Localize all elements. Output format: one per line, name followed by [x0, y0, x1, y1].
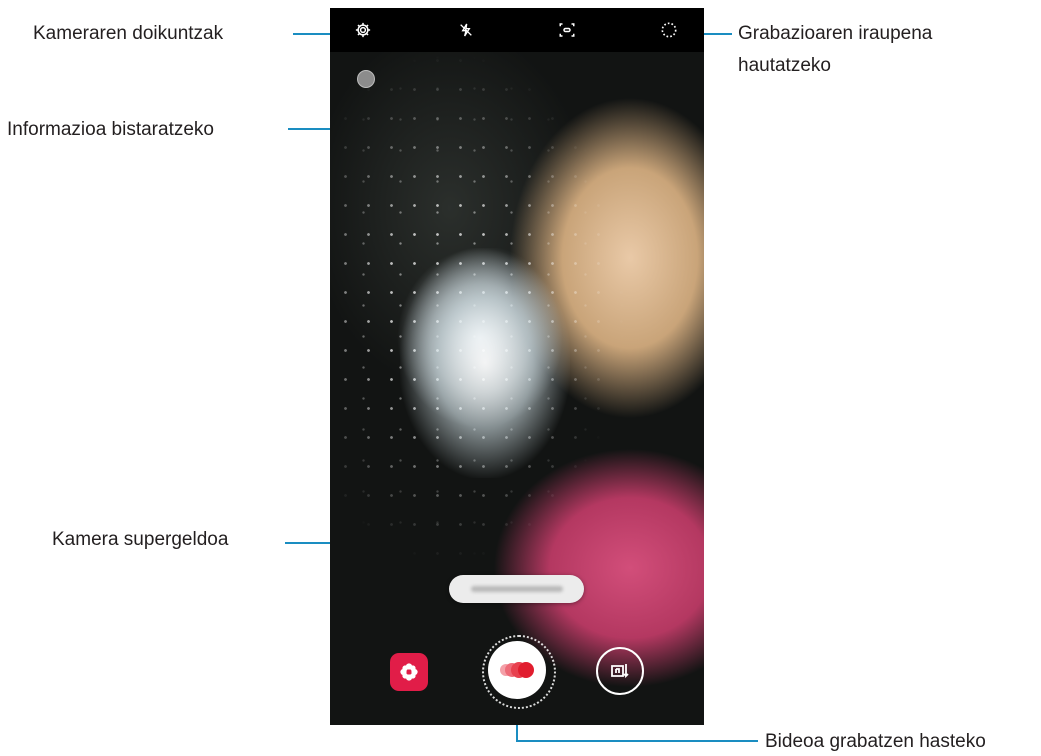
callout-duration-line1: Grabazioaren iraupena [738, 23, 933, 44]
water-splash [400, 248, 570, 478]
switch-camera-button[interactable] [596, 647, 644, 695]
callout-info: Informazioa bistaratzeko [7, 119, 214, 140]
switch-camera-icon [611, 664, 629, 679]
duration-icon[interactable] [658, 19, 680, 41]
motion-detect-icon[interactable] [556, 19, 578, 41]
callout-record: Bideoa grabatzen hasteko [765, 731, 986, 752]
flash-off-icon[interactable] [455, 19, 477, 41]
slow-motion-record-icon [500, 662, 534, 678]
callout-camera-settings: Kameraren doikuntzak [33, 23, 224, 44]
record-button[interactable] [488, 641, 546, 699]
camera-preview[interactable] [330, 8, 704, 725]
super-slow-mo-mode-label [449, 575, 584, 603]
camera-top-bar [330, 8, 704, 52]
info-icon[interactable] [357, 70, 375, 88]
gear-icon[interactable] [352, 19, 374, 41]
flower-icon [400, 663, 418, 681]
callout-super-slow-mo: Kamera supergeldoa [52, 529, 229, 550]
callout-line-record-h [516, 740, 758, 742]
callout-duration-line2: hautatzeko [738, 55, 831, 76]
effect-button[interactable] [390, 653, 428, 691]
